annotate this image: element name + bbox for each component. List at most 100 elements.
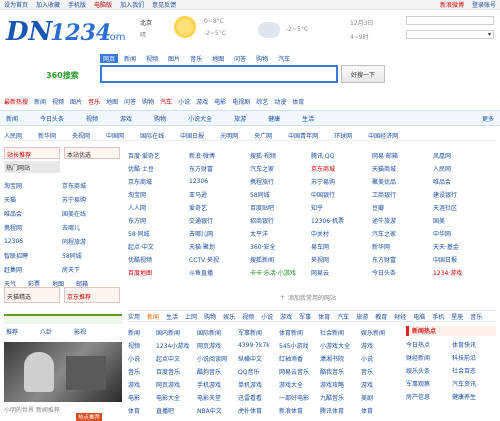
- site-link[interactable]: 太平洋: [250, 229, 311, 238]
- site-link[interactable]: 凤凰网: [433, 151, 494, 160]
- site-link[interactable]: 聚美优品: [372, 177, 433, 186]
- site-link[interactable]: 1234·游戏: [433, 268, 494, 277]
- bottom-tab[interactable]: 音乐: [470, 312, 482, 321]
- left-grid-link[interactable]: 京东商城: [62, 181, 120, 190]
- category-item[interactable]: 生活: [302, 114, 314, 123]
- row-link[interactable]: 国内新闻: [156, 328, 197, 337]
- search-tab[interactable]: 购物: [256, 54, 268, 63]
- bottom-tab[interactable]: 新闻: [147, 312, 159, 321]
- hot-search-item[interactable]: 新闻: [34, 97, 46, 106]
- hot-search-item[interactable]: 问答: [124, 97, 136, 106]
- site-link[interactable]: 12306·机票: [311, 216, 372, 225]
- left-grid-link[interactable]: 12306: [4, 238, 62, 245]
- bottom-right-item[interactable]: 娱乐头条: [406, 366, 450, 375]
- bottom-tab[interactable]: 生活: [166, 312, 178, 321]
- site-link[interactable]: 豆瓣: [372, 203, 433, 212]
- left-grid-link[interactable]: 淘宝网: [4, 181, 62, 190]
- add-site-link[interactable]: + 添加我常用的网站: [280, 292, 400, 302]
- hot-search-item[interactable]: 最新热搜: [4, 97, 28, 106]
- site-link[interactable]: 东方网: [128, 216, 189, 225]
- site-link[interactable]: 去哪儿网: [189, 229, 250, 238]
- nav-link[interactable]: 环球网: [334, 131, 352, 140]
- row-category[interactable]: 体育: [128, 406, 156, 415]
- top-right-select[interactable]: ▾: [406, 30, 494, 39]
- row-link[interactable]: 网易云音乐: [279, 367, 320, 376]
- hot-search-item[interactable]: 动漫: [274, 97, 286, 106]
- row-link[interactable]: 腾讯体育: [320, 406, 361, 415]
- site-logo[interactable]: DN 1234 .com: [4, 14, 129, 47]
- row-category[interactable]: 小说: [128, 354, 156, 363]
- row-link[interactable]: 红袖添香: [279, 354, 320, 363]
- site-link[interactable]: 天天·基金: [433, 242, 494, 251]
- left-grid-link[interactable]: 苏宁易购: [62, 195, 120, 204]
- site-link[interactable]: 卡卡·乐活·小游戏: [250, 268, 311, 277]
- site-link[interactable]: 唯品会: [433, 177, 494, 186]
- bottom-right-item[interactable]: 社会百态: [452, 366, 496, 375]
- row-link[interactable]: 纵横中文: [238, 354, 279, 363]
- site-link[interactable]: 人民网: [433, 164, 494, 173]
- site-link[interactable]: 途牛旅游: [372, 216, 433, 225]
- category-item[interactable]: 视频: [86, 114, 98, 123]
- site-link[interactable]: 易车网: [311, 242, 372, 251]
- site-link[interactable]: 东方财富: [372, 255, 433, 264]
- row-link[interactable]: 电影大全: [156, 393, 197, 402]
- search-tab[interactable]: 问答: [234, 54, 246, 63]
- bottom-tab[interactable]: 视频: [242, 312, 254, 321]
- row-link[interactable]: 体育新闻: [279, 328, 320, 337]
- bottom-tab[interactable]: 教育: [375, 312, 387, 321]
- news-photo-caption[interactable]: 小明的世界 新闻推荐: [4, 405, 122, 414]
- site-link[interactable]: 起点·中文: [128, 242, 189, 251]
- category-item[interactable]: 今日头条: [40, 114, 64, 123]
- nav-link[interactable]: 人民网: [4, 131, 22, 140]
- left-label-2[interactable]: 本站优选: [64, 147, 120, 159]
- site-link[interactable]: 亚马逊: [189, 190, 250, 199]
- row-link[interactable]: 单机游戏: [238, 380, 279, 389]
- row-link[interactable]: 一部好电影: [279, 393, 320, 402]
- row-link[interactable]: 起点中文: [156, 354, 197, 363]
- site-link[interactable]: 天涯社区: [433, 203, 494, 212]
- row-link[interactable]: 潇湘书院: [320, 354, 361, 363]
- left-grid-link[interactable]: 唯品会: [4, 209, 62, 218]
- left-label-1[interactable]: 站长推荐: [4, 147, 60, 159]
- row-link[interactable]: 体育: [361, 406, 402, 415]
- left-grid-link[interactable]: 同程旅游: [62, 237, 120, 246]
- bottom-tab[interactable]: 游戏: [280, 312, 292, 321]
- hot-search-item[interactable]: 电视剧: [232, 97, 250, 106]
- site-link[interactable]: 中国日报: [433, 255, 494, 264]
- bottom-right-item[interactable]: 科技前沿: [452, 353, 496, 362]
- search-tab[interactable]: 地图: [212, 54, 224, 63]
- hot-search-item[interactable]: 购物: [142, 97, 154, 106]
- site-link[interactable]: 建设银行: [433, 190, 494, 199]
- row-link[interactable]: 酷我音乐: [320, 367, 361, 376]
- search-tab[interactable]: 音乐: [190, 54, 202, 63]
- weibo-link[interactable]: 新浪微博: [440, 0, 464, 9]
- row-category[interactable]: 电影: [128, 393, 156, 402]
- site-link[interactable]: 苏宁易购: [311, 177, 372, 186]
- site-link[interactable]: 汽车之家: [250, 164, 311, 173]
- bottom-tab[interactable]: 小说: [261, 312, 273, 321]
- hot-search-item[interactable]: 汽车: [160, 97, 172, 106]
- category-item[interactable]: 健康: [268, 114, 280, 123]
- row-link[interactable]: 军事新闻: [238, 328, 279, 337]
- weather-city[interactable]: 北京: [140, 18, 152, 27]
- site-link[interactable]: 360·安全: [250, 242, 311, 251]
- site-link[interactable]: 斗鱼直播: [189, 268, 250, 277]
- category-item[interactable]: 新闻: [6, 114, 18, 123]
- row-link[interactable]: 电影天堂: [197, 393, 238, 402]
- bottom-tab[interactable]: 旅游: [356, 312, 368, 321]
- bottom-tab[interactable]: 汽车: [337, 312, 349, 321]
- site-link[interactable]: 网易云: [311, 268, 372, 277]
- nav-link[interactable]: 央广网: [254, 131, 272, 140]
- left-grid-link[interactable]: 智联招聘: [4, 251, 62, 260]
- row-link[interactable]: 游戏: [361, 380, 402, 389]
- search-tab[interactable]: 新闻: [124, 54, 136, 63]
- row-link[interactable]: 网页游戏: [156, 380, 197, 389]
- site-link[interactable]: 招商银行: [250, 216, 311, 225]
- row-link[interactable]: 手机游戏: [197, 380, 238, 389]
- top-right-box-1[interactable]: [406, 16, 494, 25]
- site-link[interactable]: 新浪·微博: [189, 151, 250, 160]
- bottom-right-item[interactable]: 财经新闻: [406, 353, 450, 362]
- site-link[interactable]: 国美: [433, 216, 494, 225]
- hot-search-item[interactable]: 小说: [178, 97, 190, 106]
- left-grid-link[interactable]: 国美在线: [62, 209, 120, 218]
